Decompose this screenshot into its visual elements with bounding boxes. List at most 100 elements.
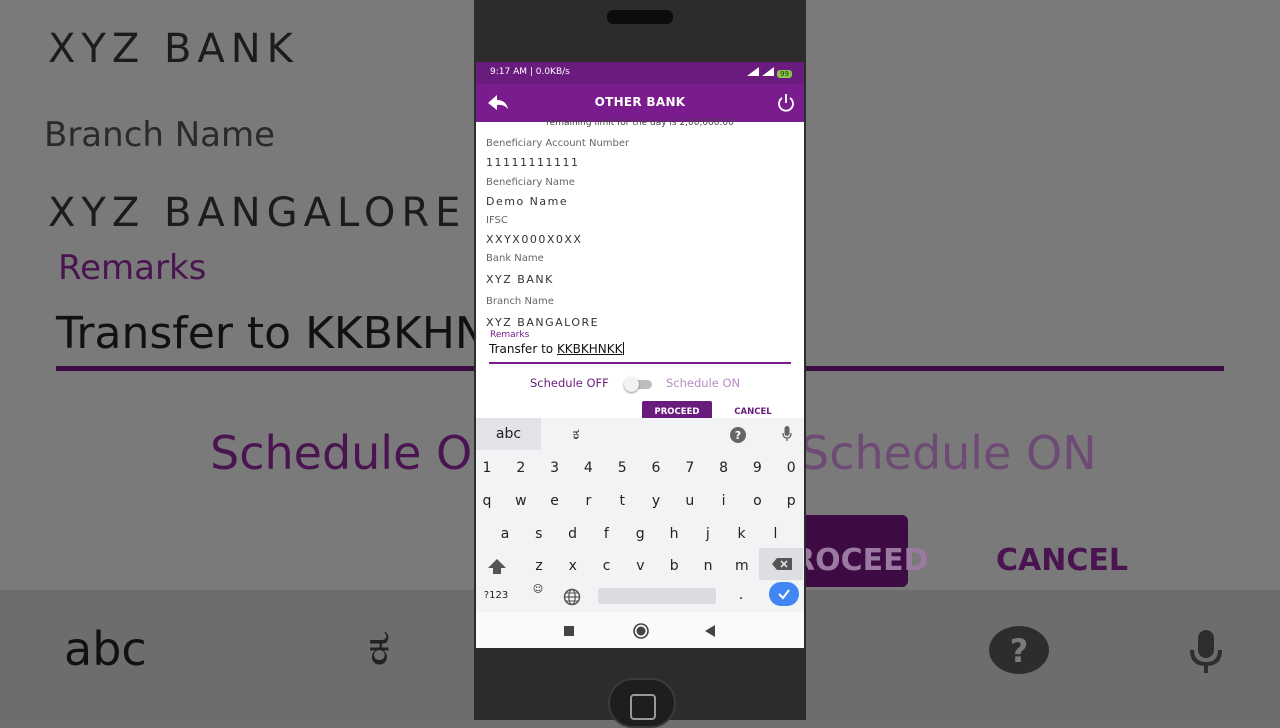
key-num-2[interactable]: 2: [506, 453, 536, 483]
text-caret: [622, 342, 625, 355]
key-q[interactable]: q: [476, 486, 502, 516]
remarks-input[interactable]: Transfer to KKBKHNKK: [489, 342, 791, 364]
system-nav-bar: [476, 612, 804, 648]
power-icon[interactable]: [776, 92, 796, 114]
phone-speaker: [607, 10, 673, 24]
key-o[interactable]: o: [742, 486, 772, 516]
battery-icon: 99: [777, 70, 792, 78]
status-bar: 9:17 AM | 0.0KB/s 99: [476, 62, 804, 84]
remarks-prefix: Transfer to: [489, 342, 557, 356]
key-p[interactable]: p: [776, 486, 804, 516]
key-num-4[interactable]: 4: [573, 453, 603, 483]
transfer-form: remaining limit for the day is 2,00,000.…: [476, 118, 804, 423]
emoji-key[interactable]: ☺: [523, 574, 553, 604]
key-h[interactable]: h: [659, 519, 689, 549]
key-i[interactable]: i: [709, 486, 739, 516]
key-y[interactable]: y: [641, 486, 671, 516]
shift-icon[interactable]: [486, 557, 508, 577]
schedule-on-label: Schedule ON: [666, 376, 741, 390]
key-r[interactable]: r: [573, 486, 603, 516]
bg-remarks-label: Remarks: [58, 248, 207, 288]
key-b[interactable]: b: [659, 551, 689, 581]
bg-schedule-on: Schedule ON: [800, 426, 1097, 480]
schedule-off-label: Schedule OFF: [530, 376, 609, 390]
mic-icon[interactable]: [782, 426, 792, 442]
key-w[interactable]: w: [506, 486, 536, 516]
bg-kannada: ಕ: [368, 618, 391, 676]
key-num-7[interactable]: 7: [675, 453, 705, 483]
signal-icon: [747, 67, 760, 76]
key-l[interactable]: l: [760, 519, 790, 549]
app-bar: OTHER BANK: [476, 84, 804, 122]
key-num-8[interactable]: 8: [709, 453, 739, 483]
hardware-home-button: [608, 678, 676, 728]
key-m[interactable]: m: [727, 551, 757, 581]
key-j[interactable]: j: [693, 519, 723, 549]
key-k[interactable]: k: [727, 519, 757, 549]
key-num-9[interactable]: 9: [742, 453, 772, 483]
signal-icon-2: [762, 67, 775, 76]
account-number-value[interactable]: 11111111111: [486, 156, 579, 169]
account-number-label: Beneficiary Account Number: [486, 138, 630, 149]
key-d[interactable]: d: [558, 519, 588, 549]
svg-text:?: ?: [1010, 632, 1029, 670]
key-num-0[interactable]: 0: [776, 453, 804, 483]
check-icon: [778, 589, 790, 600]
bg-mic-icon: [1190, 630, 1222, 673]
symbols-key[interactable]: ?123: [481, 580, 511, 610]
bg-remarks-value: Transfer to KKBKHNKK: [56, 308, 546, 359]
ifsc-label: IFSC: [486, 215, 508, 226]
enter-key[interactable]: [769, 582, 799, 606]
key-num-1[interactable]: 1: [476, 453, 502, 483]
key-x[interactable]: x: [558, 551, 588, 581]
keyboard-tab-kannada[interactable]: ಕ: [541, 418, 611, 450]
beneficiary-name-value[interactable]: Demo Name: [486, 195, 568, 208]
keyboard-toolbar: abc ಕ ?: [476, 418, 804, 450]
key-e[interactable]: e: [540, 486, 570, 516]
key-v[interactable]: v: [625, 551, 655, 581]
status-icons: 99: [747, 67, 792, 79]
key-t[interactable]: t: [607, 486, 637, 516]
schedule-toggle[interactable]: [624, 377, 652, 392]
branch-name-value[interactable]: XYZ BANGALORE: [486, 316, 599, 329]
key-u[interactable]: u: [675, 486, 705, 516]
key-n[interactable]: n: [693, 551, 723, 581]
backspace-icon: [772, 558, 792, 570]
svg-text:?: ?: [735, 429, 741, 442]
phone-device: 9:17 AM | 0.0KB/s 99 OTHER BANK remainin…: [474, 0, 806, 728]
bg-branch-label: Branch Name: [44, 115, 276, 155]
bg-help-icon: ?: [989, 626, 1049, 674]
home-icon[interactable]: [633, 623, 649, 639]
status-time: 9:17 AM | 0.0KB/s: [490, 67, 570, 77]
beneficiary-name-label: Beneficiary Name: [486, 177, 575, 188]
limit-text: remaining limit for the day is 2,00,000.…: [546, 118, 734, 128]
help-icon[interactable]: ?: [730, 427, 746, 443]
page-title: OTHER BANK: [594, 95, 686, 109]
recents-icon[interactable]: [564, 626, 574, 636]
remarks-composing-word: KKBKHNKK: [556, 342, 623, 356]
key-s[interactable]: s: [524, 519, 554, 549]
keyboard: abc ಕ ? 1234567890 qwertyuiop asdfghjkl …: [476, 418, 804, 612]
ifsc-value[interactable]: XXYX000X0XX: [486, 233, 582, 246]
key-f[interactable]: f: [591, 519, 621, 549]
bg-abc: abc: [64, 622, 147, 676]
bg-cancel-label: CANCEL: [996, 543, 1128, 578]
bg-bank-value: XYZ BANK: [48, 26, 299, 72]
bank-name-label: Bank Name: [486, 253, 544, 264]
phone-screen: 9:17 AM | 0.0KB/s 99 OTHER BANK remainin…: [476, 62, 804, 648]
key-c[interactable]: c: [592, 551, 622, 581]
key-a[interactable]: a: [490, 519, 520, 549]
period-key[interactable]: .: [726, 580, 756, 610]
space-bar[interactable]: [598, 588, 716, 604]
key-g[interactable]: g: [625, 519, 655, 549]
globe-icon[interactable]: [563, 588, 581, 606]
branch-name-label: Branch Name: [486, 296, 554, 307]
delete-key[interactable]: [759, 548, 803, 580]
keyboard-tab-abc[interactable]: abc: [476, 418, 541, 450]
bank-name-value[interactable]: XYZ BANK: [486, 273, 554, 286]
back-icon[interactable]: [704, 625, 716, 637]
remarks-label: Remarks: [490, 330, 530, 340]
key-num-6[interactable]: 6: [641, 453, 671, 483]
key-num-5[interactable]: 5: [607, 453, 637, 483]
key-num-3[interactable]: 3: [540, 453, 570, 483]
